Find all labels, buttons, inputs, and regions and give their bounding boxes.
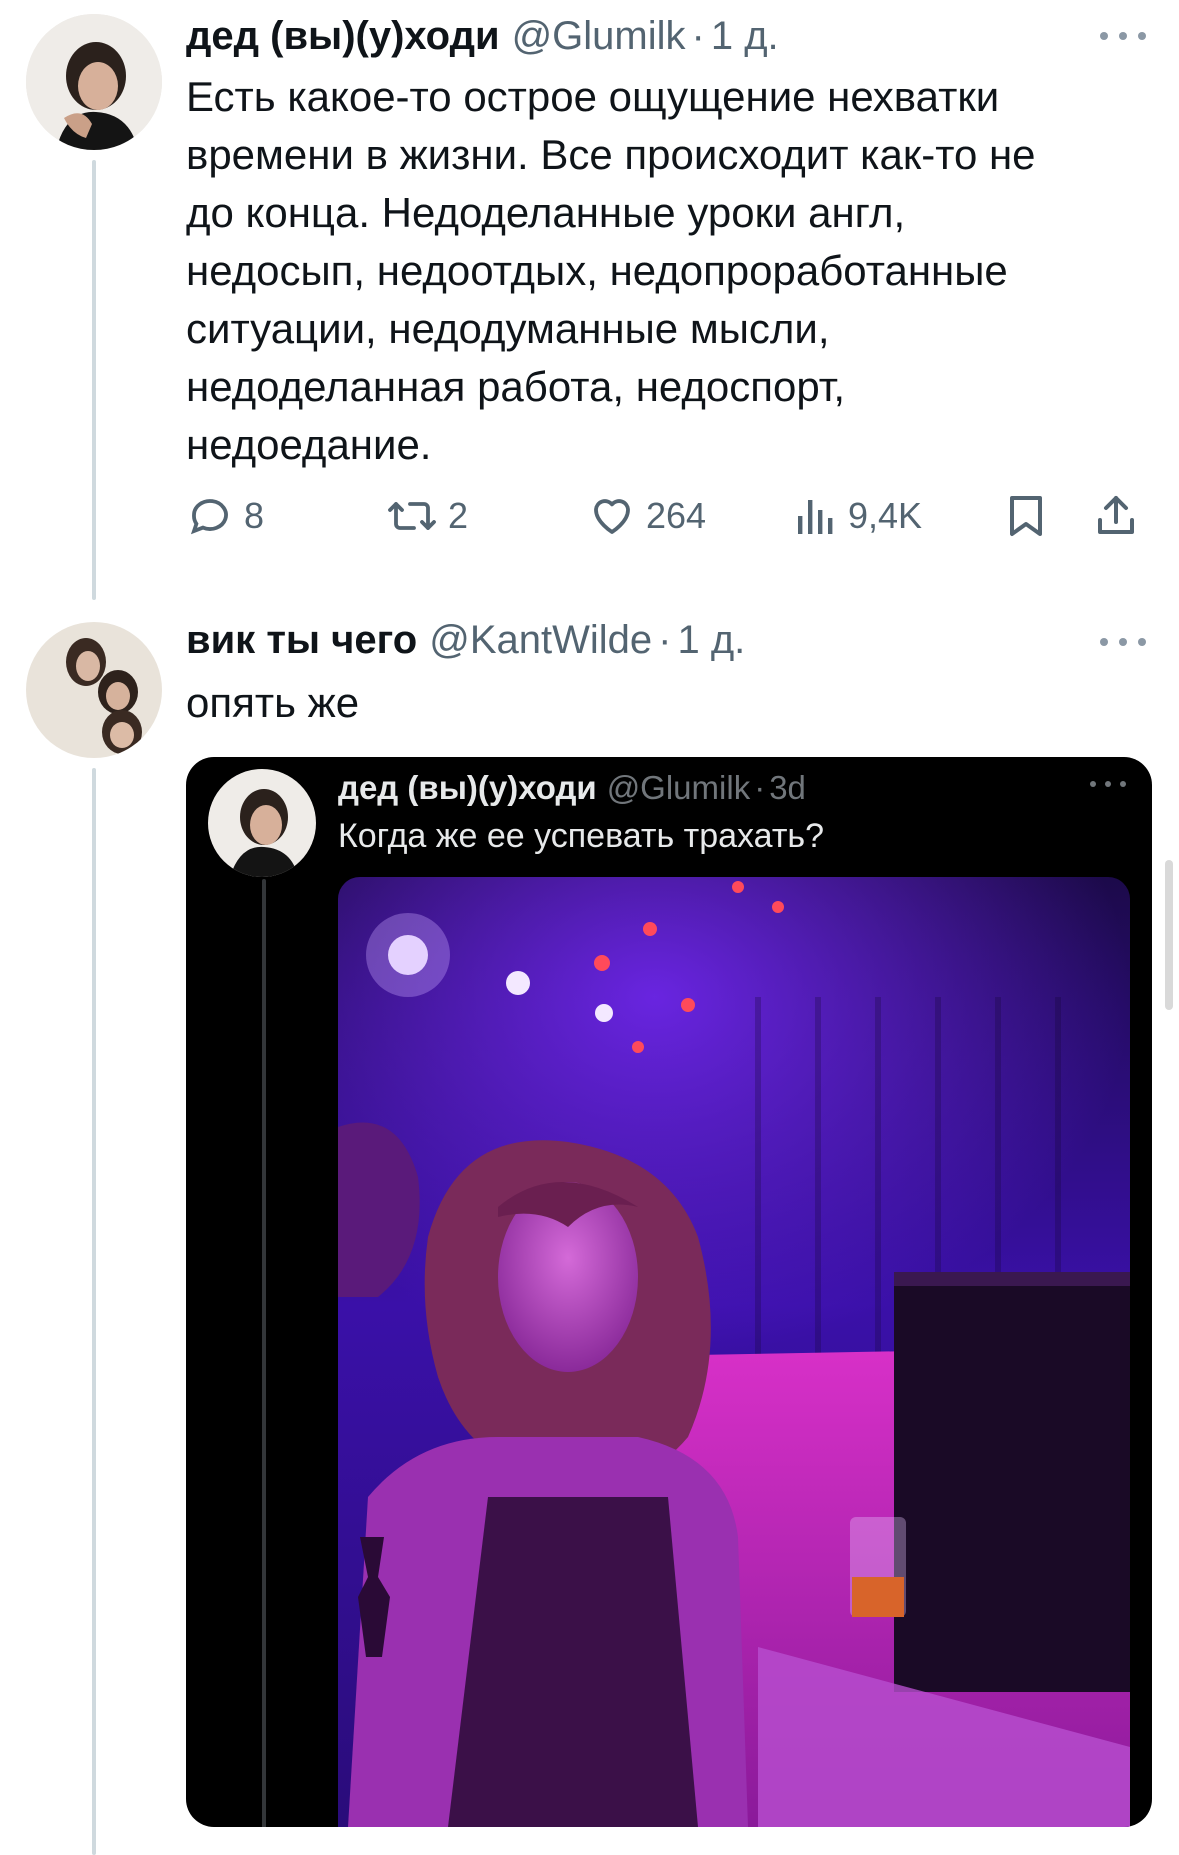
tweet-text-line: недосып, недоотдых, недопроработанные (186, 247, 1008, 294)
heart-icon (594, 499, 630, 534)
views-icon (798, 500, 833, 534)
bookmark-button[interactable] (1004, 492, 1048, 540)
thread-line (92, 160, 96, 600)
photo[interactable] (338, 877, 1130, 1827)
like-count: 264 (646, 495, 707, 536)
retweet-button[interactable]: 2 (386, 492, 468, 540)
tweet-header: дед (вы)(у)ходи @Glumilk · 1 д. (186, 14, 779, 59)
views-button[interactable]: 9,4K (794, 492, 922, 540)
thread-line (262, 879, 266, 1827)
share-icon (1098, 496, 1134, 534)
display-name: дед (вы)(у)ходи (338, 769, 597, 806)
more-icon (1090, 781, 1126, 793)
retweet-icon (388, 502, 436, 530)
tweet-text-line: недоедание. (186, 421, 432, 468)
handle: @Glumilk (606, 769, 751, 806)
display-name[interactable]: дед (вы)(у)ходи (186, 14, 500, 59)
action-bar: 8 2 264 9,4K (186, 492, 1146, 552)
more-icon[interactable] (1100, 26, 1146, 46)
tweet-text-line: до конца. Недоделанные уроки англ, (186, 189, 906, 236)
avatar[interactable] (26, 622, 162, 758)
views-count: 9,4K (848, 495, 923, 536)
tweet-text-line: времени в жизни. Все происходит как-то н… (186, 131, 1036, 178)
tweet-header: дед (вы)(у)ходи @Glumilk · 3d (338, 769, 806, 807)
tweet-text: опять же (186, 679, 360, 726)
handle[interactable]: @KantWilde (429, 618, 652, 663)
quoted-tweet-image[interactable]: дед (вы)(у)ходи @Glumilk · 3d Когда же е… (186, 757, 1152, 1827)
timestamp[interactable]: 1 д. (677, 618, 745, 663)
tweet-text-line: Есть какое-то острое ощущение нехватки (186, 73, 1000, 120)
scrollbar[interactable] (1165, 860, 1173, 1010)
retweet-count: 2 (448, 495, 469, 536)
separator: · (691, 14, 705, 58)
avatar[interactable] (26, 14, 162, 150)
tweet-text: Есть какое-то острое ощущение нехватки в… (186, 68, 1036, 474)
avatar (208, 769, 316, 877)
thread-line (92, 768, 96, 1855)
separator: · (658, 618, 672, 662)
reply-count: 8 (244, 495, 265, 536)
tweet-text: Когда же ее успевать трахать? (338, 817, 825, 855)
reply-icon (190, 499, 228, 535)
share-button[interactable] (1092, 492, 1140, 540)
bookmark-icon (1010, 496, 1042, 536)
tweet-text-line: недоделанная работа, недоспорт, (186, 363, 846, 410)
handle[interactable]: @Glumilk (512, 14, 686, 59)
like-button[interactable]: 264 (588, 492, 706, 540)
tweet-header: вик ты чего @KantWilde · 1 д. (186, 618, 745, 663)
timestamp[interactable]: 1 д. (711, 14, 779, 59)
separator: · (754, 769, 766, 806)
timestamp: 3d (769, 769, 806, 806)
tweet-text-line: ситуации, недодуманные мысли, (186, 305, 830, 352)
reply-button[interactable]: 8 (186, 492, 264, 540)
more-icon[interactable] (1100, 632, 1146, 652)
display-name[interactable]: вик ты чего (186, 618, 417, 663)
